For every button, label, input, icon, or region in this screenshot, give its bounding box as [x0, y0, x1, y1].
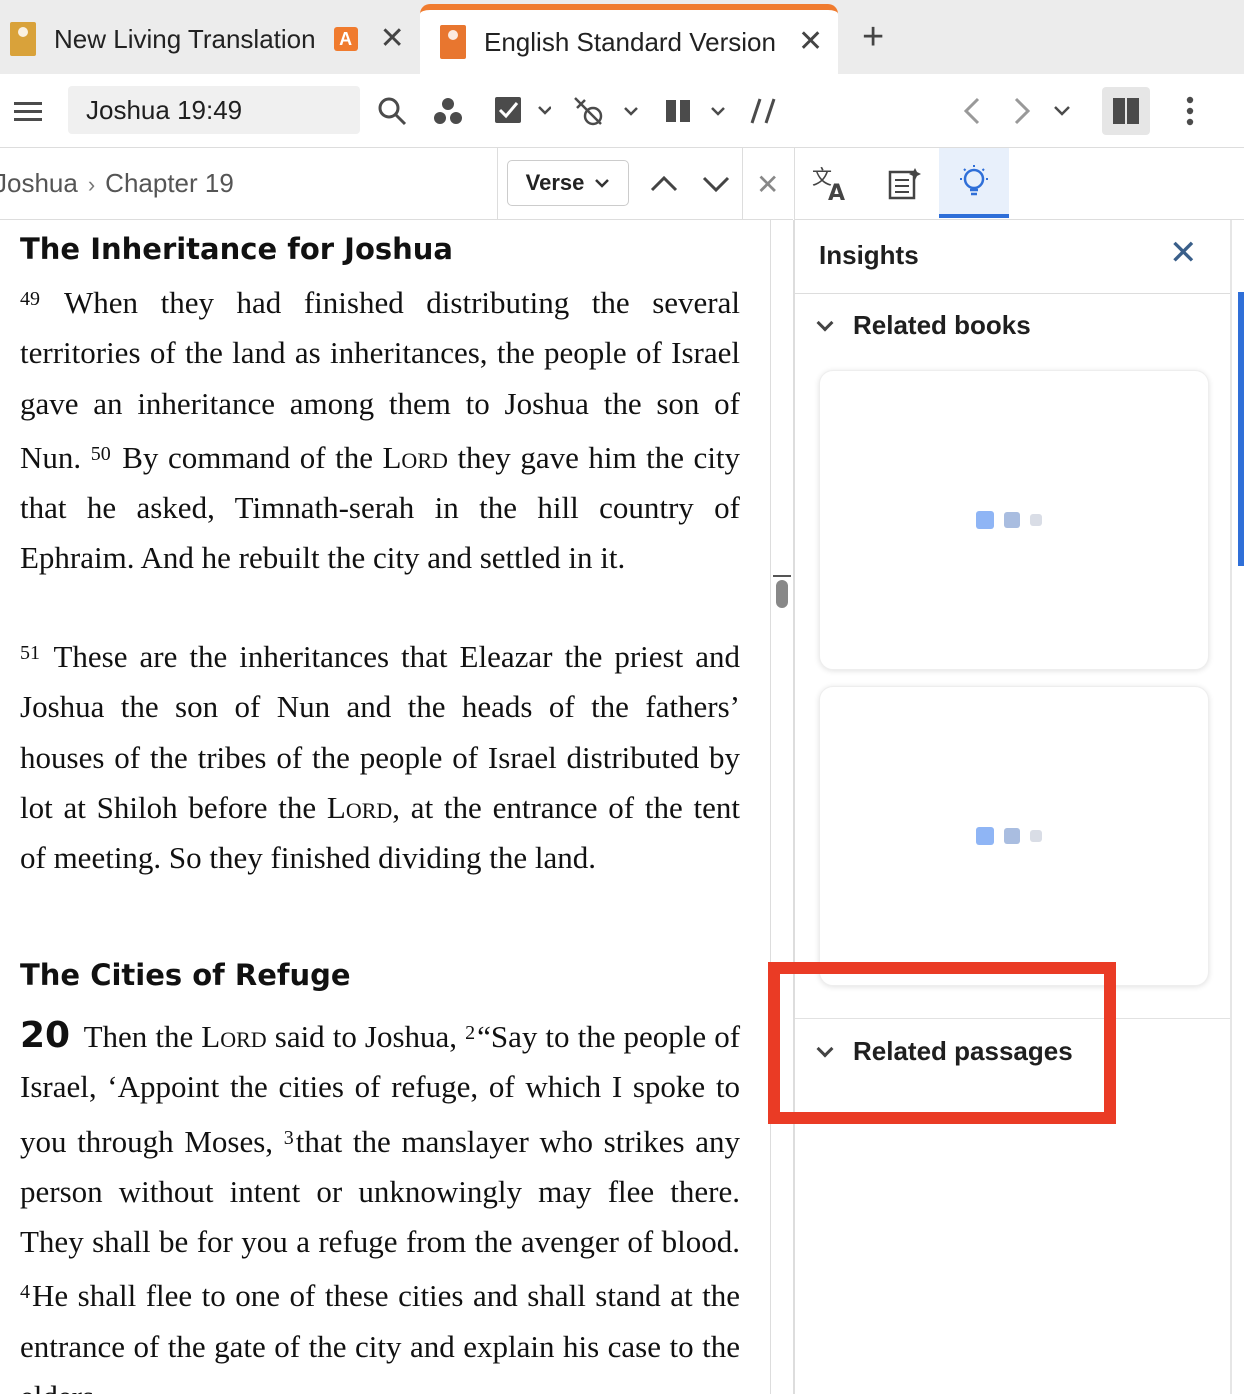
tab-english-standard-version[interactable]: English Standard Version ✕ — [420, 4, 838, 74]
menu-icon[interactable] — [12, 74, 44, 148]
bible-text-pane: The Inheritance for Joshua 49 When they … — [0, 220, 770, 1394]
highlight-box — [768, 962, 1116, 1124]
divider — [497, 148, 498, 220]
verse-number[interactable]: 49 — [20, 288, 40, 310]
more-options-icon[interactable] — [1176, 74, 1204, 148]
passage-paragraph: 51 These are the inheritances that Eleaz… — [20, 628, 740, 883]
divider — [742, 148, 743, 220]
breadcrumb-separator-icon: › — [87, 172, 96, 197]
passage-paragraph: 49 When they had finished distributing t… — [20, 274, 740, 584]
translation-icon[interactable]: 文A — [795, 148, 865, 218]
divine-name: Lord — [326, 789, 393, 825]
add-tab-icon[interactable]: + — [862, 18, 884, 56]
audio-badge: A — [333, 27, 358, 51]
verse-number[interactable]: 2 — [465, 1022, 475, 1044]
verse-number[interactable]: 3 — [284, 1127, 294, 1149]
related-book-card[interactable] — [819, 370, 1209, 670]
breadcrumb-chapter[interactable]: Chapter 19 — [105, 168, 234, 198]
history-dropdown-icon[interactable] — [1046, 74, 1078, 148]
tab-bar: New Living Translation A ✕ English Stand… — [0, 0, 1244, 74]
previous-verse-icon[interactable] — [646, 148, 682, 220]
related-book-card[interactable] — [819, 686, 1209, 986]
insights-title: Insights — [819, 240, 919, 270]
close-tab-icon[interactable]: ✕ — [798, 27, 823, 57]
breadcrumb-bar: Joshua › Chapter 19 Verse ✕ — [0, 148, 793, 220]
svg-text:A: A — [828, 181, 845, 202]
next-verse-icon[interactable] — [698, 148, 734, 220]
chevron-down-icon — [595, 179, 610, 188]
insights-panel: Insights ✕ Related books Related passage… — [794, 220, 1244, 1394]
scroll-marker — [773, 575, 791, 577]
chapter-number[interactable]: 20 — [20, 1015, 70, 1056]
verse-number[interactable]: 4 — [20, 1281, 30, 1303]
layout-columns-icon[interactable] — [660, 74, 730, 148]
scrollbar-track[interactable] — [770, 220, 794, 1394]
close-icon[interactable]: ✕ — [1169, 236, 1198, 270]
nav-mode-dropdown[interactable]: Verse — [507, 160, 629, 206]
parallel-view-icon[interactable] — [746, 74, 780, 148]
close-breadcrumb-icon[interactable]: ✕ — [756, 168, 779, 201]
verse-text: By command of the — [122, 439, 373, 475]
scrollbar-thumb[interactable] — [776, 580, 788, 608]
breadcrumb-book[interactable]: Joshua — [0, 168, 78, 198]
close-tab-icon[interactable]: ✕ — [380, 24, 405, 54]
verse-number[interactable]: 51 — [20, 642, 40, 664]
loading-spinner-icon — [976, 827, 1042, 845]
forward-icon[interactable] — [1006, 74, 1038, 148]
verse-number[interactable]: 50 — [91, 443, 111, 465]
insights-header: Insights ✕ — [795, 220, 1231, 294]
related-books-toggle[interactable]: Related books — [816, 310, 1031, 341]
parallel-resources-icon[interactable] — [428, 74, 468, 148]
esv-book-icon — [440, 25, 466, 59]
loading-spinner-icon — [976, 511, 1042, 529]
breadcrumb: Joshua › Chapter 19 — [0, 168, 234, 199]
verse-text: Then the — [83, 1019, 194, 1054]
section-heading: The Cities of Refuge — [20, 958, 351, 992]
verse-text: He shall flee to one of these cities and… — [20, 1278, 740, 1394]
section-heading: The Inheritance for Joshua — [20, 232, 453, 266]
split-panel-icon[interactable] — [1102, 74, 1150, 148]
visual-filters-icon[interactable] — [488, 74, 554, 148]
panel-scrollbar[interactable] — [1238, 292, 1244, 566]
interlinear-icon[interactable] — [570, 74, 642, 148]
insights-lightbulb-icon[interactable] — [939, 148, 1009, 218]
panel-tabs: 文A — [794, 148, 1244, 220]
nav-mode-label: Verse — [525, 170, 585, 195]
search-icon[interactable] — [372, 74, 412, 148]
divine-name: Lord — [201, 1019, 267, 1054]
back-icon[interactable] — [956, 74, 988, 148]
nlt-book-icon — [10, 22, 36, 56]
divine-name: Lord — [382, 439, 448, 475]
passage-paragraph: 20 Then the Lord said to Joshua, 2“Say t… — [20, 1008, 740, 1394]
notes-icon[interactable] — [869, 148, 939, 218]
reference-input[interactable]: Joshua 19:49 — [68, 86, 360, 134]
tab-label: English Standard Version — [484, 26, 776, 57]
chevron-down-icon — [816, 314, 834, 331]
panel-edge — [1230, 220, 1232, 1394]
tab-label: New Living Translation — [54, 23, 316, 54]
related-books-label: Related books — [853, 310, 1031, 340]
tab-new-living-translation[interactable]: New Living Translation A ✕ — [0, 4, 418, 74]
verse-text: said to Joshua, — [274, 1019, 458, 1054]
